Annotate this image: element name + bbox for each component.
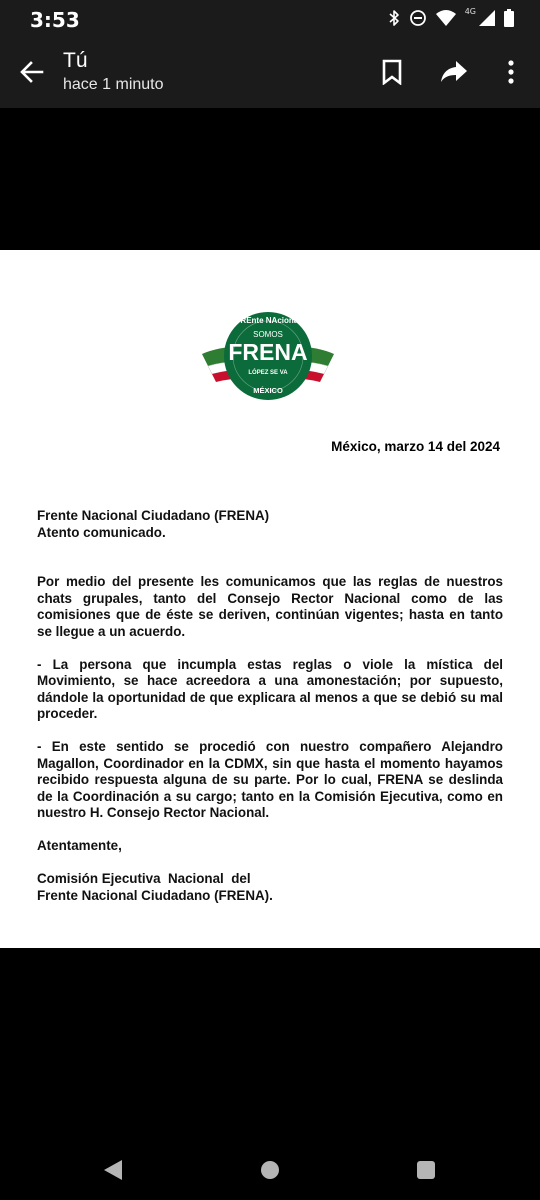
status-icons: 4G [388, 6, 514, 30]
more-vert-icon[interactable] [497, 58, 525, 86]
network-type-label: 4G [464, 6, 476, 16]
nav-bar [0, 1140, 540, 1200]
frena-logo: FREnte NAcional SOMOS FRENA LÓPEZ SE VA … [202, 312, 334, 400]
logo-somos: SOMOS [253, 330, 283, 339]
addressee-line-1: Frente Nacional Ciudadano (FRENA) [37, 508, 270, 523]
app-bar: Tú hace 1 minuto [0, 36, 540, 108]
logo-bottom-text: MÉXICO [253, 386, 283, 395]
back-arrow-icon[interactable] [18, 58, 46, 86]
chat-subtitle: hace 1 minuto [63, 76, 164, 93]
addressee-line-2: Atento comunicado. [37, 524, 166, 540]
document-date: México, marzo 14 del 2024 [331, 439, 500, 454]
document-image[interactable]: FREnte NAcional SOMOS FRENA LÓPEZ SE VA … [0, 250, 540, 948]
nav-back-icon[interactable] [102, 1159, 124, 1181]
signal-icon [479, 10, 495, 26]
closing: Atentamente, [37, 838, 122, 853]
logo-top-text: FREnte NAcional [236, 316, 301, 325]
status-time: 3:53 [30, 8, 80, 32]
logo-name: FRENA [228, 339, 307, 365]
nav-home-icon[interactable] [261, 1161, 279, 1179]
do-not-disturb-icon [409, 9, 427, 27]
paragraph-3: - En este sentido se procedió con nuestr… [37, 739, 503, 820]
status-bar: 3:53 4G [0, 0, 540, 36]
wifi-icon [435, 10, 456, 26]
nav-recents-icon[interactable] [417, 1161, 435, 1179]
document-body: Frente Nacional Ciudadano (FRENA) Atento… [37, 508, 503, 904]
signature-line-1: Comisión Ejecutiva Nacional del [37, 871, 251, 886]
bookmark-icon[interactable] [378, 58, 406, 86]
share-icon[interactable] [440, 58, 468, 86]
logo-slogan: LÓPEZ SE VA [248, 368, 288, 376]
paragraph-1: Por medio del presente les comunicamos q… [37, 574, 503, 639]
signature-line-2: Frente Nacional Ciudadano (FRENA). [37, 887, 273, 903]
battery-icon [504, 9, 514, 27]
chat-title: Tú [63, 49, 88, 72]
paragraph-2: - La persona que incumpla estas reglas o… [37, 656, 503, 722]
bluetooth-icon [388, 9, 400, 27]
